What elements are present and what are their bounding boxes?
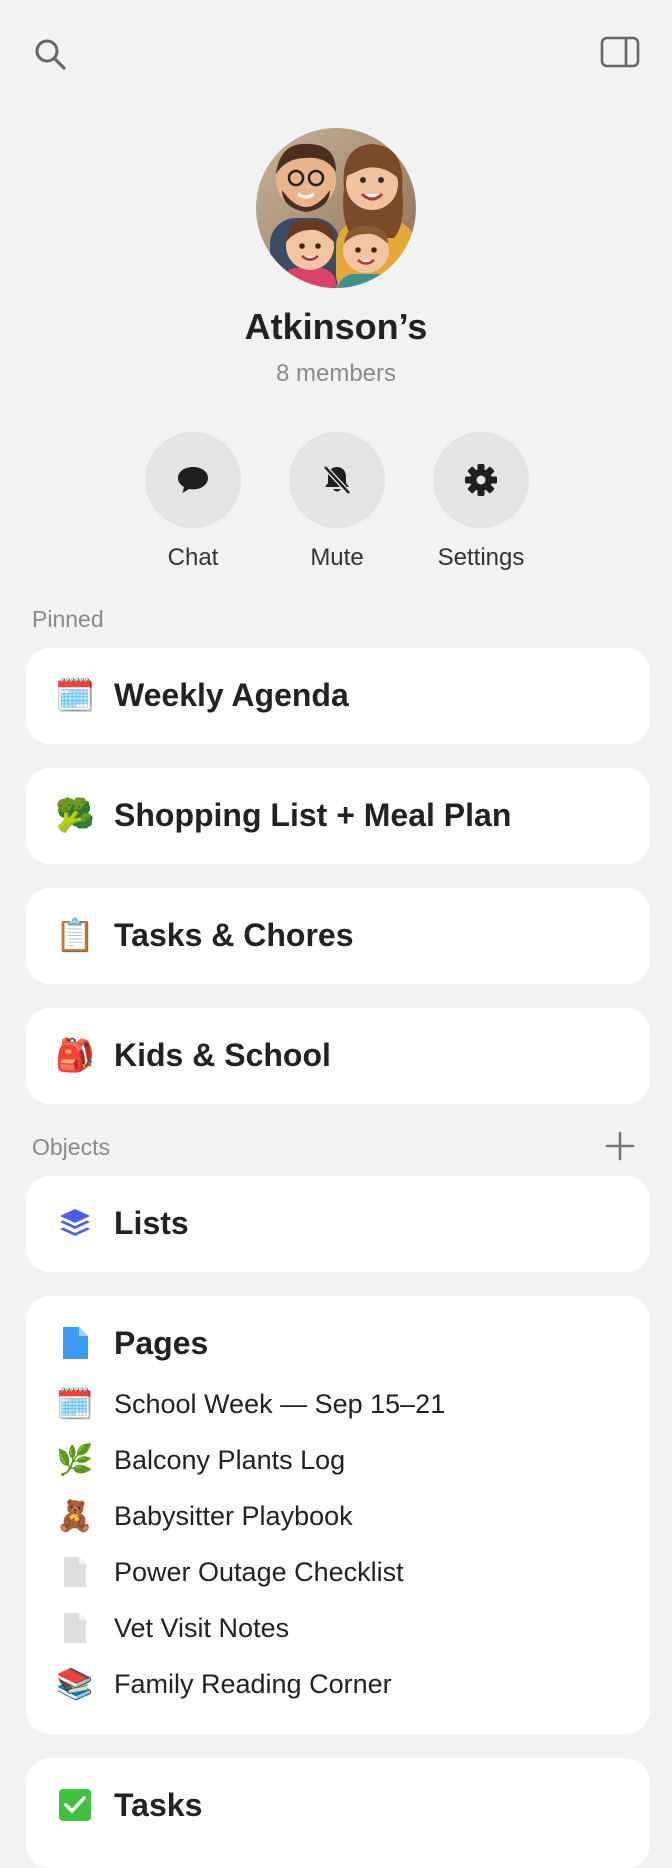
pinned-item-tasks-chores[interactable]: 📋 Tasks & Chores: [26, 888, 650, 984]
page-item[interactable]: 🌿 Balcony Plants Log: [56, 1438, 345, 1482]
books-icon: 📚: [56, 1667, 94, 1701]
backpack-icon: 🎒: [55, 1037, 95, 1073]
pinned-item-label: Kids & School: [114, 1036, 331, 1073]
chat-action[interactable]: Chat: [128, 432, 258, 572]
gear-icon: [465, 464, 497, 496]
page-item-label: Vet Visit Notes: [114, 1612, 290, 1643]
chat-bubble-icon: [178, 467, 208, 493]
pinned-item-label: Tasks & Chores: [114, 916, 354, 953]
settings-label: Settings: [437, 544, 525, 571]
page-item-label: Power Outage Checklist: [114, 1556, 404, 1587]
add-object-button[interactable]: [604, 1130, 636, 1162]
mute-action[interactable]: Mute: [272, 432, 402, 572]
calendar-icon: 🗓️: [55, 677, 95, 713]
mute-label: Mute: [310, 544, 364, 571]
search-button[interactable]: [30, 34, 70, 74]
page-item-label: School Week — Sep 15–21: [114, 1388, 446, 1419]
teddy-bear-icon: 🧸: [56, 1499, 94, 1533]
pinned-section-label: Pinned: [32, 606, 104, 632]
pinned-item-label: Shopping List + Meal Plan: [114, 796, 512, 833]
group-avatar[interactable]: [256, 128, 416, 288]
calendar-icon: 🗓️: [56, 1387, 94, 1421]
chat-button[interactable]: [145, 432, 241, 528]
plus-icon: [605, 1131, 635, 1161]
pages-header[interactable]: Pages: [56, 1324, 208, 1362]
pages-label: Pages: [114, 1324, 209, 1361]
search-icon: [35, 39, 66, 70]
herb-icon: 🌿: [56, 1443, 94, 1477]
page-item[interactable]: Power Outage Checklist: [56, 1550, 404, 1594]
clipboard-icon: 📋: [55, 917, 95, 953]
member-count: 8 members: [275, 360, 397, 387]
pinned-item-shopping-list[interactable]: 🥦 Shopping List + Meal Plan: [26, 768, 650, 864]
tasks-label: Tasks: [114, 1786, 203, 1823]
object-tasks[interactable]: Tasks: [26, 1758, 650, 1868]
top-bar: [0, 0, 672, 104]
page-item[interactable]: 🗓️ School Week — Sep 15–21: [56, 1382, 445, 1426]
stack-icon: [56, 1204, 94, 1242]
page-item[interactable]: 📚 Family Reading Corner: [56, 1662, 392, 1706]
broccoli-icon: 🥦: [55, 797, 95, 833]
object-pages: Pages 🗓️ School Week — Sep 15–21 🌿 Balco…: [26, 1296, 650, 1734]
page-item[interactable]: Vet Visit Notes: [56, 1606, 289, 1650]
page-item-label: Balcony Plants Log: [114, 1444, 346, 1475]
page-item[interactable]: 🧸 Babysitter Playbook: [56, 1494, 353, 1538]
mute-button[interactable]: [289, 432, 385, 528]
sidebar-toggle-button[interactable]: [598, 34, 642, 70]
page-item-label: Babysitter Playbook: [114, 1500, 353, 1531]
document-icon: [56, 1324, 94, 1362]
blank-page-icon: [56, 1553, 94, 1591]
checkbox-icon: [56, 1786, 94, 1824]
pinned-item-kids-school[interactable]: 🎒 Kids & School: [26, 1008, 650, 1104]
pinned-item-label: Weekly Agenda: [114, 676, 349, 713]
bell-slash-icon: [323, 465, 351, 495]
settings-button[interactable]: [433, 432, 529, 528]
blank-page-icon: [56, 1609, 94, 1647]
objects-section-label: Objects: [32, 1134, 110, 1160]
page-item-label: Family Reading Corner: [114, 1668, 392, 1699]
group-name: Atkinson’s: [244, 306, 428, 347]
pinned-item-weekly-agenda[interactable]: 🗓️ Weekly Agenda: [26, 648, 650, 744]
settings-action[interactable]: Settings: [416, 432, 546, 572]
chat-label: Chat: [167, 544, 219, 571]
sidebar-icon: [600, 36, 640, 68]
object-lists[interactable]: Lists: [26, 1176, 650, 1272]
lists-label: Lists: [114, 1204, 189, 1241]
